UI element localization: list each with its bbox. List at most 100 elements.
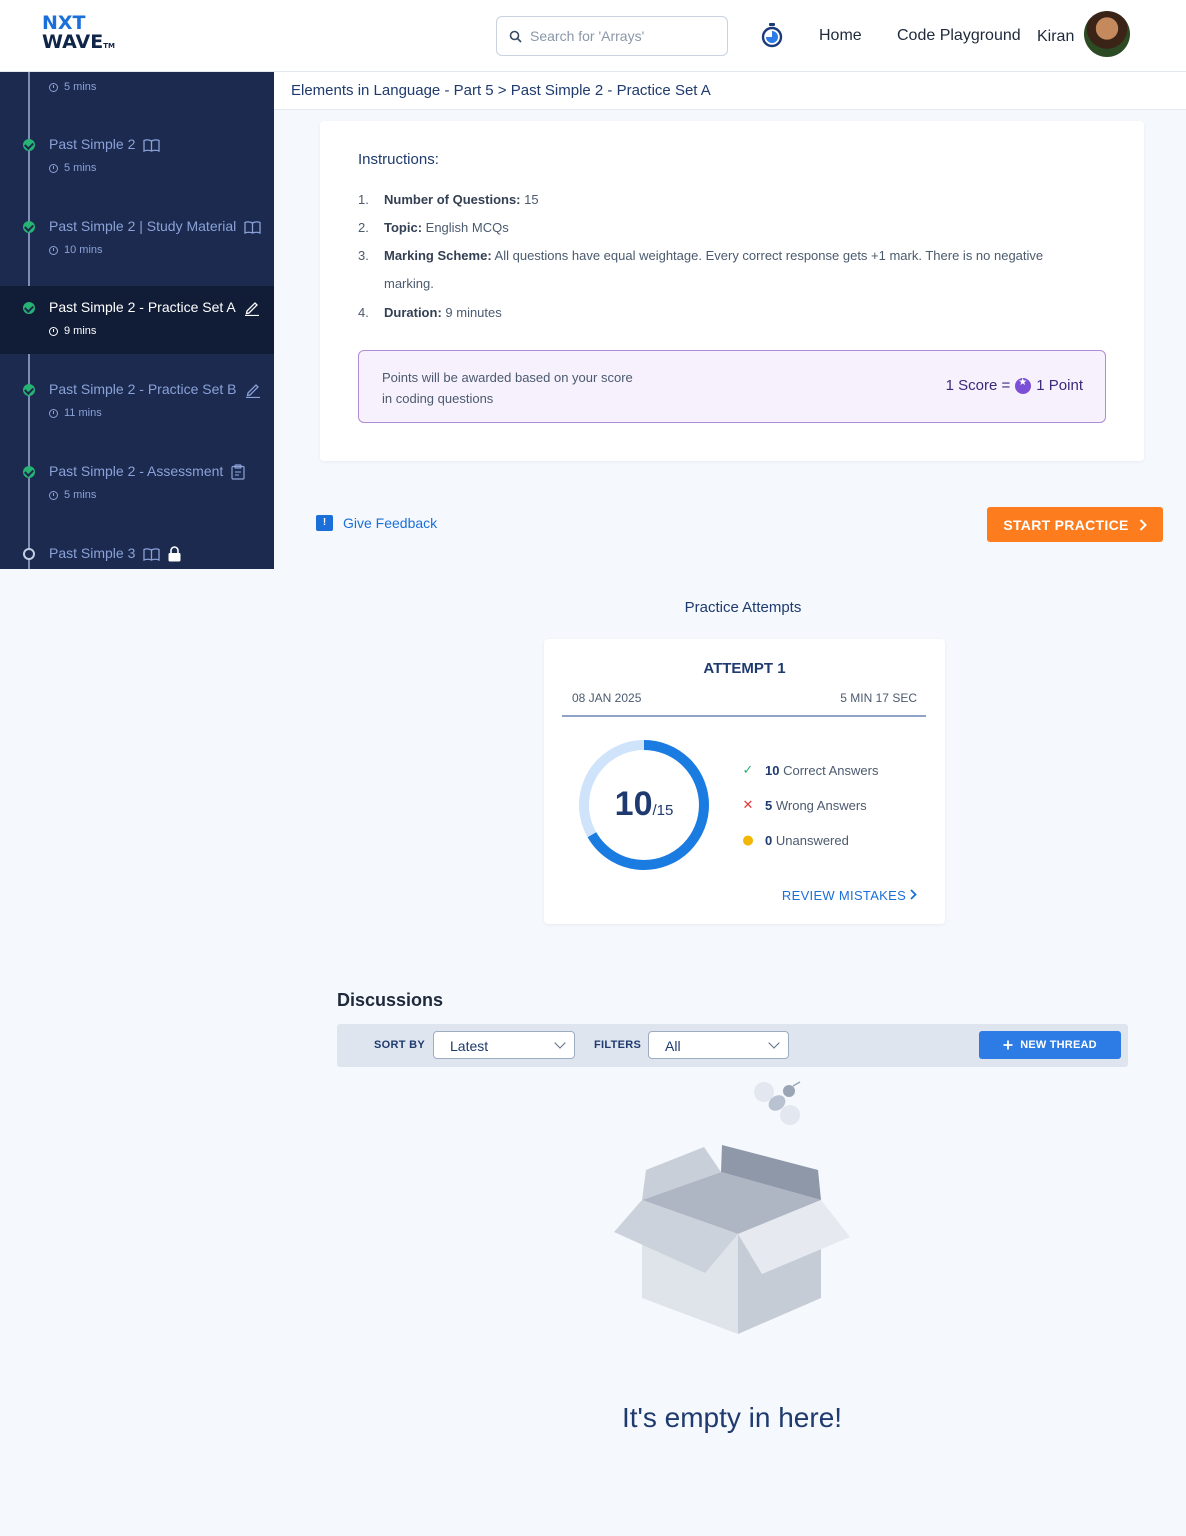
- clock-icon: [49, 326, 58, 336]
- completed-check-icon: [23, 302, 35, 314]
- instruction-item: 1. Number of Questions: 15: [358, 192, 539, 207]
- lock-icon: [168, 546, 181, 562]
- completed-check-icon: [23, 221, 35, 233]
- logo-bottom-text: WAVE: [42, 31, 104, 53]
- chevron-down-icon: [768, 1037, 780, 1049]
- search-icon: [509, 30, 522, 43]
- search-input[interactable]: [530, 28, 710, 44]
- check-icon: ✓: [742, 763, 754, 778]
- top-header: NXT WAVETM Home Code Playground Kiran: [0, 0, 1186, 72]
- sidebar-item-duration: 11 mins: [49, 407, 102, 419]
- give-feedback-label: Give Feedback: [343, 515, 438, 531]
- stopwatch-icon[interactable]: [760, 22, 784, 48]
- attempt-card: ATTEMPT 1 08 JAN 2025 5 MIN 17 SEC 10/15…: [544, 639, 945, 924]
- breadcrumb: Elements in Language - Part 5 > Past Sim…: [274, 72, 1186, 110]
- book-icon: [143, 548, 161, 561]
- attempt-duration: 5 MIN 17 SEC: [840, 691, 917, 705]
- incomplete-circle-icon: [23, 548, 35, 560]
- score-display: 10/15: [574, 785, 714, 824]
- completed-check-icon: [23, 384, 35, 396]
- instructions-heading: Instructions:: [358, 151, 439, 168]
- new-thread-button[interactable]: NEW THREAD: [979, 1031, 1121, 1059]
- sidebar-item-duration: 5 mins: [49, 489, 96, 501]
- course-sidebar: 5 mins Past Simple 2 5 mins Past Simple …: [0, 72, 274, 569]
- sidebar-item-practice-set-a[interactable]: Past Simple 2 - Practice Set A 9 mins: [0, 286, 274, 354]
- filters-label: FILTERS: [594, 1039, 642, 1051]
- book-icon: [143, 139, 161, 152]
- points-description: Points will be awarded based on your sco…: [382, 370, 633, 406]
- correct-answers-stat: ✓ 10 Correct Answers: [742, 763, 879, 778]
- completed-check-icon: [23, 139, 35, 151]
- feedback-icon: !: [316, 515, 333, 531]
- discussions-toolbar: SORT BY Latest FILTERS All NEW THREAD: [337, 1024, 1128, 1067]
- clipboard-icon: [231, 464, 245, 480]
- points-info-box: Points will be awarded based on your sco…: [358, 350, 1106, 423]
- instruction-item: 2. Topic: English MCQs: [358, 220, 509, 235]
- sidebar-item-duration: 5 mins: [49, 162, 96, 174]
- review-mistakes-link[interactable]: REVIEW MISTAKES: [782, 888, 917, 903]
- pencil-icon: [244, 302, 259, 317]
- practice-attempts-title: Practice Attempts: [684, 599, 802, 616]
- bee-icon: [754, 1081, 801, 1125]
- attempt-heading: ATTEMPT 1: [703, 660, 786, 677]
- sidebar-item-past-simple-2[interactable]: Past Simple 2 5 mins: [0, 114, 274, 196]
- plus-icon: [1003, 1040, 1013, 1050]
- clock-icon: [49, 82, 58, 92]
- unanswered-stat: ● 0 Unanswered: [742, 833, 849, 848]
- sidebar-item-title: Past Simple 2 | Study Material: [49, 218, 237, 234]
- sort-by-label: SORT BY: [374, 1039, 425, 1051]
- nxtwave-logo[interactable]: NXT WAVETM: [42, 14, 118, 54]
- user-name[interactable]: Kiran: [1037, 28, 1074, 46]
- nav-home-link[interactable]: Home: [819, 27, 862, 45]
- sidebar-item-title: Past Simple 2 - Practice Set A: [49, 299, 236, 315]
- points-conversion: 1 Score = 1 Point: [945, 377, 1083, 395]
- sidebar-item-practice-set-b[interactable]: Past Simple 2 - Practice Set B 11 mins: [0, 360, 274, 442]
- give-feedback-link[interactable]: ! Give Feedback: [316, 515, 437, 531]
- search-box[interactable]: [496, 16, 728, 56]
- divider: [562, 715, 926, 717]
- sidebar-item-duration: 9 mins: [49, 325, 96, 337]
- score-total: /15: [652, 802, 674, 819]
- sidebar-item-past-simple-3[interactable]: Past Simple 3: [0, 524, 274, 569]
- sidebar-item-title: Past Simple 2 - Practice Set B: [49, 381, 237, 397]
- instruction-item: 3. Marking Scheme: All questions have equ…: [358, 248, 1044, 263]
- wrong-answers-stat: ✕ 5 Wrong Answers: [742, 798, 867, 813]
- clock-icon: [49, 163, 58, 173]
- sort-select[interactable]: Latest: [433, 1031, 575, 1059]
- point-coin-icon: [1015, 377, 1032, 394]
- sidebar-item-duration: 5 mins: [49, 81, 96, 93]
- chevron-right-icon: [910, 889, 917, 900]
- discussions-title: Discussions: [337, 990, 444, 1010]
- attempt-date: 08 JAN 2025: [572, 691, 642, 705]
- logo-tm: TM: [103, 42, 115, 50]
- sidebar-item-title: Past Simple 3: [49, 545, 136, 561]
- filter-select[interactable]: All: [648, 1031, 789, 1059]
- sidebar-item-title: Past Simple 2 - Assessment: [49, 463, 224, 479]
- clock-icon: [49, 245, 58, 255]
- book-icon: [244, 221, 261, 234]
- sidebar-item-assessment[interactable]: Past Simple 2 - Assessment 5 mins: [0, 442, 274, 524]
- instruction-item: 4. Duration: 9 minutes: [358, 305, 502, 320]
- clock-icon: [49, 490, 58, 500]
- cross-icon: ✕: [742, 798, 754, 813]
- nav-code-playground-link[interactable]: Code Playground: [897, 27, 1021, 45]
- pencil-icon: [245, 384, 260, 399]
- dot-icon: ●: [742, 833, 754, 848]
- start-practice-label: START PRACTICE: [1003, 516, 1129, 533]
- completed-check-icon: [23, 466, 35, 478]
- sidebar-item-duration: 10 mins: [49, 244, 103, 256]
- chevron-down-icon: [554, 1037, 566, 1049]
- chevron-right-icon: [1139, 518, 1147, 531]
- avatar[interactable]: [1084, 11, 1130, 57]
- sidebar-item-title: Past Simple 2: [49, 136, 136, 152]
- points-point-label: 1 Point: [1036, 377, 1083, 394]
- clock-icon: [49, 408, 58, 418]
- score-value: 10: [614, 785, 653, 823]
- sidebar-item-study-material[interactable]: Past Simple 2 | Study Material 10 mins: [0, 196, 274, 278]
- points-score-label: 1 Score =: [945, 377, 1011, 394]
- empty-box-illustration: [614, 1081, 850, 1334]
- instructions-card: Instructions: 1. Number of Questions: 15 …: [320, 121, 1144, 461]
- start-practice-button[interactable]: START PRACTICE: [987, 507, 1163, 542]
- instruction-item-continued: marking.: [384, 276, 434, 291]
- empty-state-message: It's empty in here!: [621, 1402, 843, 1433]
